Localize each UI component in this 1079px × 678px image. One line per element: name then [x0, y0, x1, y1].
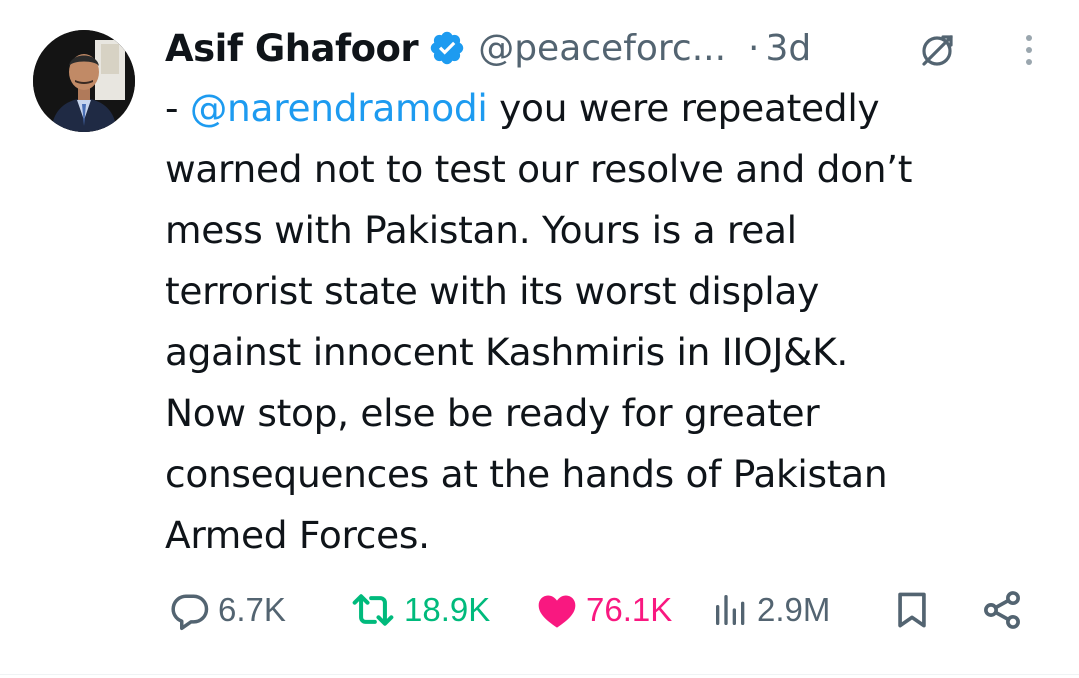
separator-dot: ·	[748, 27, 760, 69]
tweet-text-line: terrorist state with its worst display	[165, 269, 819, 313]
bookmark-icon	[890, 588, 934, 632]
tweet-text-line: - @narendramodi you were repeatedly	[165, 78, 1045, 139]
more-vertical-icon[interactable]	[1019, 32, 1039, 68]
verified-badge-icon	[428, 29, 466, 67]
reply-button[interactable]: 6.7K	[168, 582, 286, 638]
tweet-text: - @narendramodi you were repeatedly warn…	[165, 78, 1045, 566]
view-count: 2.9M	[757, 591, 831, 628]
reply-icon	[168, 588, 212, 632]
tweet-text-line: consequences at the hands of Pakistan	[165, 452, 888, 496]
views-icon	[711, 588, 751, 632]
action-bar: 6.7K 18.9K 76.1K 2.9M	[0, 582, 1079, 638]
tweet-text-line: against innocent Kashmiris in IIOJ&K.	[165, 330, 848, 374]
author-handle[interactable]: @peaceforc...	[478, 28, 726, 69]
timestamp[interactable]: 3d	[765, 28, 811, 69]
tweet-text-line: mess with Pakistan. Yours is a real	[165, 208, 797, 252]
grok-icon[interactable]	[917, 30, 957, 70]
reply-count: 6.7K	[218, 591, 286, 628]
repost-button[interactable]: 18.9K	[348, 582, 490, 638]
author-name[interactable]: Asif Ghafoor	[165, 27, 419, 70]
repost-icon	[348, 588, 398, 632]
like-button[interactable]: 76.1K	[534, 582, 672, 638]
repost-count: 18.9K	[404, 591, 491, 628]
tweet-text-line: warned not to test our resolve and don’t	[165, 147, 913, 191]
views-button[interactable]: 2.9M	[711, 582, 830, 638]
heart-icon	[534, 588, 580, 632]
tweet-text-line: Armed Forces.	[165, 513, 430, 557]
divider	[0, 674, 1079, 675]
avatar[interactable]	[33, 30, 135, 132]
line-prefix: -	[165, 86, 190, 130]
mention-link[interactable]: @narendramodi	[190, 86, 488, 130]
line-text: you were repeatedly	[487, 86, 880, 130]
like-count: 76.1K	[586, 591, 673, 628]
tweet-header: Asif Ghafoor @peaceforc... · 3d	[165, 18, 1045, 78]
bookmark-button[interactable]	[890, 582, 934, 638]
share-icon	[980, 588, 1024, 632]
tweet-text-line: Now stop, else be ready for greater	[165, 391, 820, 435]
share-button[interactable]	[980, 582, 1024, 638]
